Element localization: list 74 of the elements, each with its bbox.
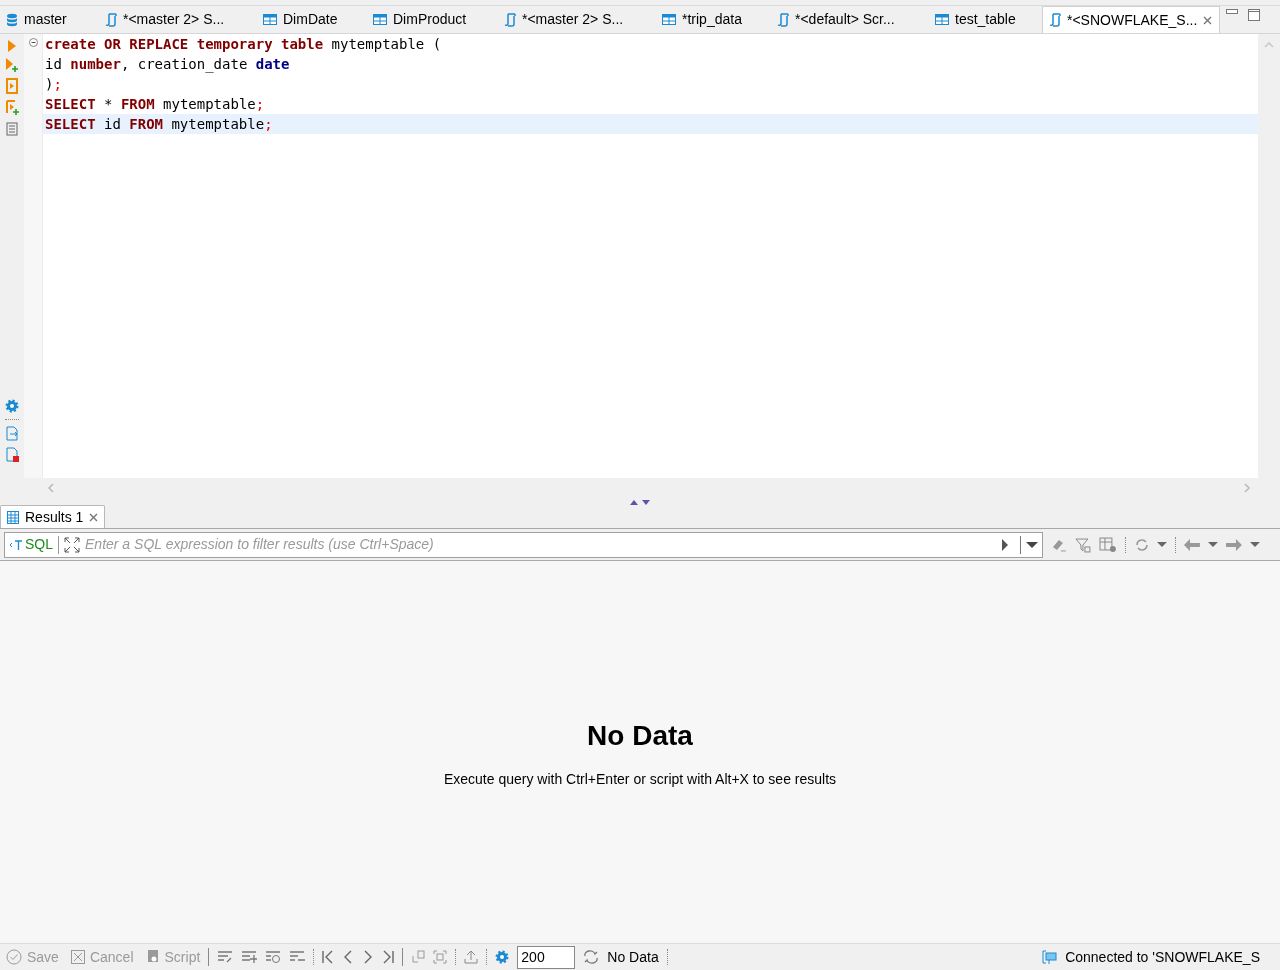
settings-icon[interactable] (495, 950, 510, 964)
sql-text-icon[interactable] (9, 538, 23, 551)
fetch-size-field[interactable]: 200 (517, 945, 576, 969)
collapse-icon[interactable] (28, 38, 38, 47)
empty-title: No Data (587, 718, 693, 753)
empty-message: Execute query with Ctrl+Enter or script with Alt+X to see results (443, 769, 837, 789)
editor-tab[interactable]: master (0, 6, 99, 33)
dropdown-caret-icon[interactable] (1157, 542, 1168, 547)
editor-tab[interactable]: *<master 2> S... (99, 6, 257, 33)
script-run-icon[interactable] (5, 78, 19, 94)
delete-row-icon[interactable] (289, 950, 306, 964)
back-arrow-icon[interactable] (1184, 538, 1201, 551)
code-line: create OR REPLACE temporary table mytemptable ( (44, 35, 443, 54)
editor-tab[interactable]: *<master 2> S... (498, 6, 656, 33)
editor-tab[interactable]: DimDate (257, 6, 367, 33)
editor-tab[interactable]: *<SNOWFLAKE_S... (1042, 6, 1220, 33)
close-icon[interactable] (89, 512, 99, 522)
close-icon[interactable] (1203, 15, 1213, 25)
script-icon (504, 12, 516, 27)
script-icon (105, 12, 117, 27)
last-page-icon[interactable] (382, 950, 395, 964)
settings-icon[interactable] (5, 399, 19, 413)
minimize-icon[interactable] (1226, 9, 1238, 15)
dropdown-caret-icon[interactable] (1025, 541, 1038, 548)
refresh-icon[interactable] (1133, 536, 1150, 553)
editor-tab[interactable]: test_table (929, 6, 1042, 33)
forward-arrow-icon[interactable] (1226, 538, 1243, 551)
connection-icon (1041, 949, 1058, 965)
results-tab[interactable]: Results 1 (0, 505, 106, 528)
document-error-icon[interactable] (5, 447, 19, 462)
connection-status: Connected to 'SNOWFLAKE_S (1065, 947, 1261, 967)
editor-tab[interactable]: *<default> Scr... (771, 6, 929, 33)
sql-mode-label[interactable]: SQL (25, 534, 53, 555)
fetch-next-icon[interactable] (411, 950, 426, 964)
copy-row-icon[interactable] (265, 950, 282, 964)
refresh-icon[interactable] (583, 950, 600, 964)
code-line: ); (44, 75, 63, 94)
table-icon (373, 14, 387, 25)
eraser-icon[interactable] (1050, 537, 1067, 552)
export-icon[interactable] (5, 426, 19, 441)
script-icon (1049, 13, 1061, 27)
code-line: SELECT * FROM mytemptable; (44, 95, 266, 114)
editor-tab[interactable]: DimProduct (367, 6, 498, 33)
grid-icon (7, 510, 19, 524)
maximize-icon[interactable] (1248, 9, 1260, 21)
table-icon (935, 14, 949, 25)
script-new-tab-icon[interactable] (5, 100, 19, 116)
edit-row-icon[interactable] (217, 950, 234, 964)
document-icon[interactable] (6, 122, 18, 136)
script-icon (145, 949, 160, 965)
filter-icon[interactable] (1074, 536, 1091, 553)
run-icon[interactable] (7, 40, 17, 52)
dropdown-caret-icon[interactable] (1250, 542, 1260, 547)
scroll-right-icon[interactable] (1244, 483, 1250, 493)
table-icon (662, 14, 676, 25)
cancel-icon (70, 950, 85, 964)
scroll-left-icon[interactable] (48, 483, 54, 493)
database-icon (6, 12, 18, 27)
first-page-icon[interactable] (322, 950, 335, 964)
check-icon (6, 949, 22, 965)
run-new-tab-icon[interactable] (5, 58, 19, 72)
editor-tab[interactable]: *trip_data (656, 6, 771, 33)
code-line: id number, creation_date date (44, 55, 291, 74)
apply-filter-icon[interactable] (1000, 538, 1009, 551)
script-icon (777, 12, 789, 27)
table-settings-icon[interactable] (1098, 536, 1117, 553)
add-row-icon[interactable] (241, 950, 258, 964)
fetch-all-icon[interactable] (433, 950, 448, 964)
table-icon (263, 14, 277, 25)
export-icon[interactable] (464, 950, 479, 964)
dropdown-caret-icon[interactable] (1208, 542, 1219, 547)
result-status: No Data (607, 947, 659, 967)
filter-field[interactable]: SQL Enter a SQL expression to filter results (use Ctrl+Space) (4, 531, 1043, 558)
expand-icon[interactable] (64, 536, 80, 553)
